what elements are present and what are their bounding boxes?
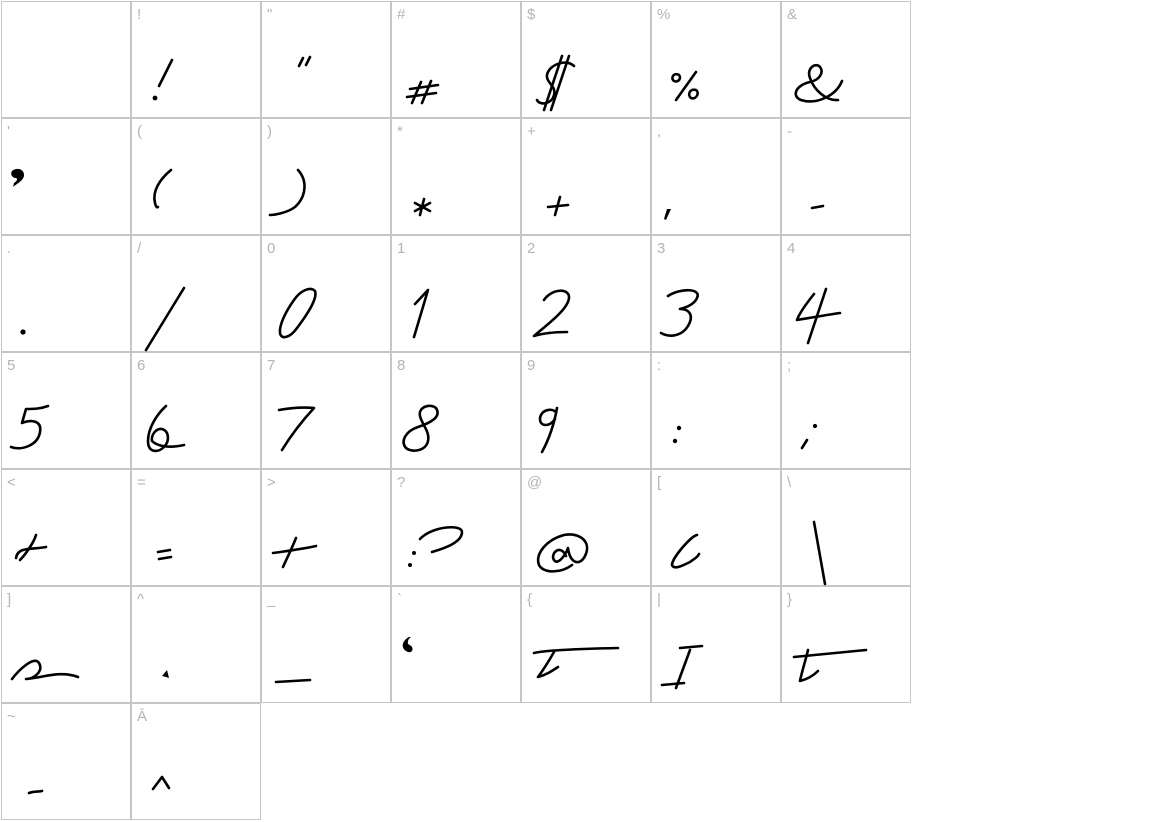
percent-glyph xyxy=(671,70,699,102)
glyph-cell: ~ xyxy=(1,703,131,820)
brace-right-glyph xyxy=(792,648,868,683)
double-quote-glyph xyxy=(297,55,312,68)
glyph-cell: \ xyxy=(781,469,911,586)
caret-glyph xyxy=(162,670,169,678)
glyph-cell: ] xyxy=(1,586,131,703)
less-than-glyph xyxy=(14,533,48,562)
backslash-glyph xyxy=(812,520,827,586)
period-glyph xyxy=(20,329,26,335)
glyph-cell: 7 xyxy=(261,352,391,469)
glyph-cell: Ā xyxy=(131,703,261,820)
glyph-cell: ( xyxy=(131,118,261,235)
question-glyph xyxy=(408,525,464,567)
digit-2-glyph xyxy=(532,289,571,338)
bracket-right-glyph xyxy=(10,659,80,681)
digit-5-glyph xyxy=(9,404,50,450)
plus-glyph xyxy=(546,195,570,217)
digit-7-glyph xyxy=(277,406,316,452)
glyph-grid: ! " # $% & '() * +, -./0 1 2 3 4 5 6 7 8 9:; < = >? @[\] ^ _ `{|… xyxy=(1,1,911,821)
brace-left-glyph xyxy=(532,646,620,679)
glyph-cell: 4 xyxy=(781,235,911,352)
glyph-cell: : xyxy=(651,352,781,469)
bar-glyph xyxy=(660,644,704,690)
glyph-cell: ^ xyxy=(131,586,261,703)
hash-glyph xyxy=(405,79,440,105)
paren-right-glyph xyxy=(268,168,306,217)
glyph-cell: 2 xyxy=(521,235,651,352)
digit-6-glyph xyxy=(146,404,186,453)
glyph-cell: " xyxy=(261,1,391,118)
glyph-cell: $ xyxy=(521,1,651,118)
glyph-cell: { xyxy=(521,586,651,703)
hyphen-glyph xyxy=(810,204,825,210)
a-macron-glyph xyxy=(151,775,171,791)
glyph-cell: 6 xyxy=(131,352,261,469)
glyph-cell: > xyxy=(261,469,391,586)
glyph-cell xyxy=(1,1,131,118)
colon-glyph xyxy=(672,425,682,444)
asterisk-glyph xyxy=(413,197,432,217)
glyph-cell: ) xyxy=(261,118,391,235)
glyph-cell: @ xyxy=(521,469,651,586)
apostrophe-glyph xyxy=(11,168,24,187)
glyph-cell: / xyxy=(131,235,261,352)
glyph-cell: } xyxy=(781,586,911,703)
glyph-cell: & xyxy=(781,1,911,118)
greater-than-glyph xyxy=(271,536,318,569)
glyph-cell: ; xyxy=(781,352,911,469)
space-glyph xyxy=(2,2,132,119)
glyph-cell: _ xyxy=(261,586,391,703)
glyph-cell: 5 xyxy=(1,352,131,469)
digit-1-glyph xyxy=(412,288,430,339)
digit-9-glyph xyxy=(538,406,559,454)
glyph-cell: | xyxy=(651,586,781,703)
exclamation-glyph xyxy=(152,58,174,101)
glyph-cell: ' xyxy=(1,118,131,235)
slash-glyph xyxy=(144,286,186,352)
equals-glyph xyxy=(156,548,173,561)
glyph-cell: 8 xyxy=(391,352,521,469)
glyph-cell: [ xyxy=(651,469,781,586)
glyph-cell: # xyxy=(391,1,521,118)
glyph-cell: = xyxy=(131,469,261,586)
digit-3-glyph xyxy=(659,288,699,337)
glyph-cell: + xyxy=(521,118,651,235)
glyph-cell: < xyxy=(1,469,131,586)
glyph-cell: ! xyxy=(131,1,261,118)
glyph-cell: ? xyxy=(391,469,521,586)
digit-8-glyph xyxy=(402,404,439,452)
dollar-glyph xyxy=(535,54,576,112)
comma-glyph xyxy=(664,209,671,220)
paren-left-glyph xyxy=(153,168,173,209)
glyph-cell: 1 xyxy=(391,235,521,352)
glyph-cell: 3 xyxy=(651,235,781,352)
glyph-cell: - xyxy=(781,118,911,235)
glyph-cell: 0 xyxy=(261,235,391,352)
ampersand-glyph xyxy=(794,63,844,103)
glyph-cell: . xyxy=(1,235,131,352)
semicolon-glyph xyxy=(800,423,818,450)
underscore-glyph xyxy=(274,678,312,684)
at-glyph xyxy=(536,533,589,573)
bracket-left-glyph xyxy=(670,533,701,569)
glyph-cell: * xyxy=(391,118,521,235)
glyph-cell: , xyxy=(651,118,781,235)
glyph-cell: ` xyxy=(391,586,521,703)
digit-0-glyph xyxy=(278,287,317,339)
glyph-cell: 9 xyxy=(521,352,651,469)
tilde-glyph xyxy=(27,789,44,795)
digit-4-glyph xyxy=(795,287,842,345)
glyph-cell: % xyxy=(651,1,781,118)
grave-glyph xyxy=(402,637,413,653)
